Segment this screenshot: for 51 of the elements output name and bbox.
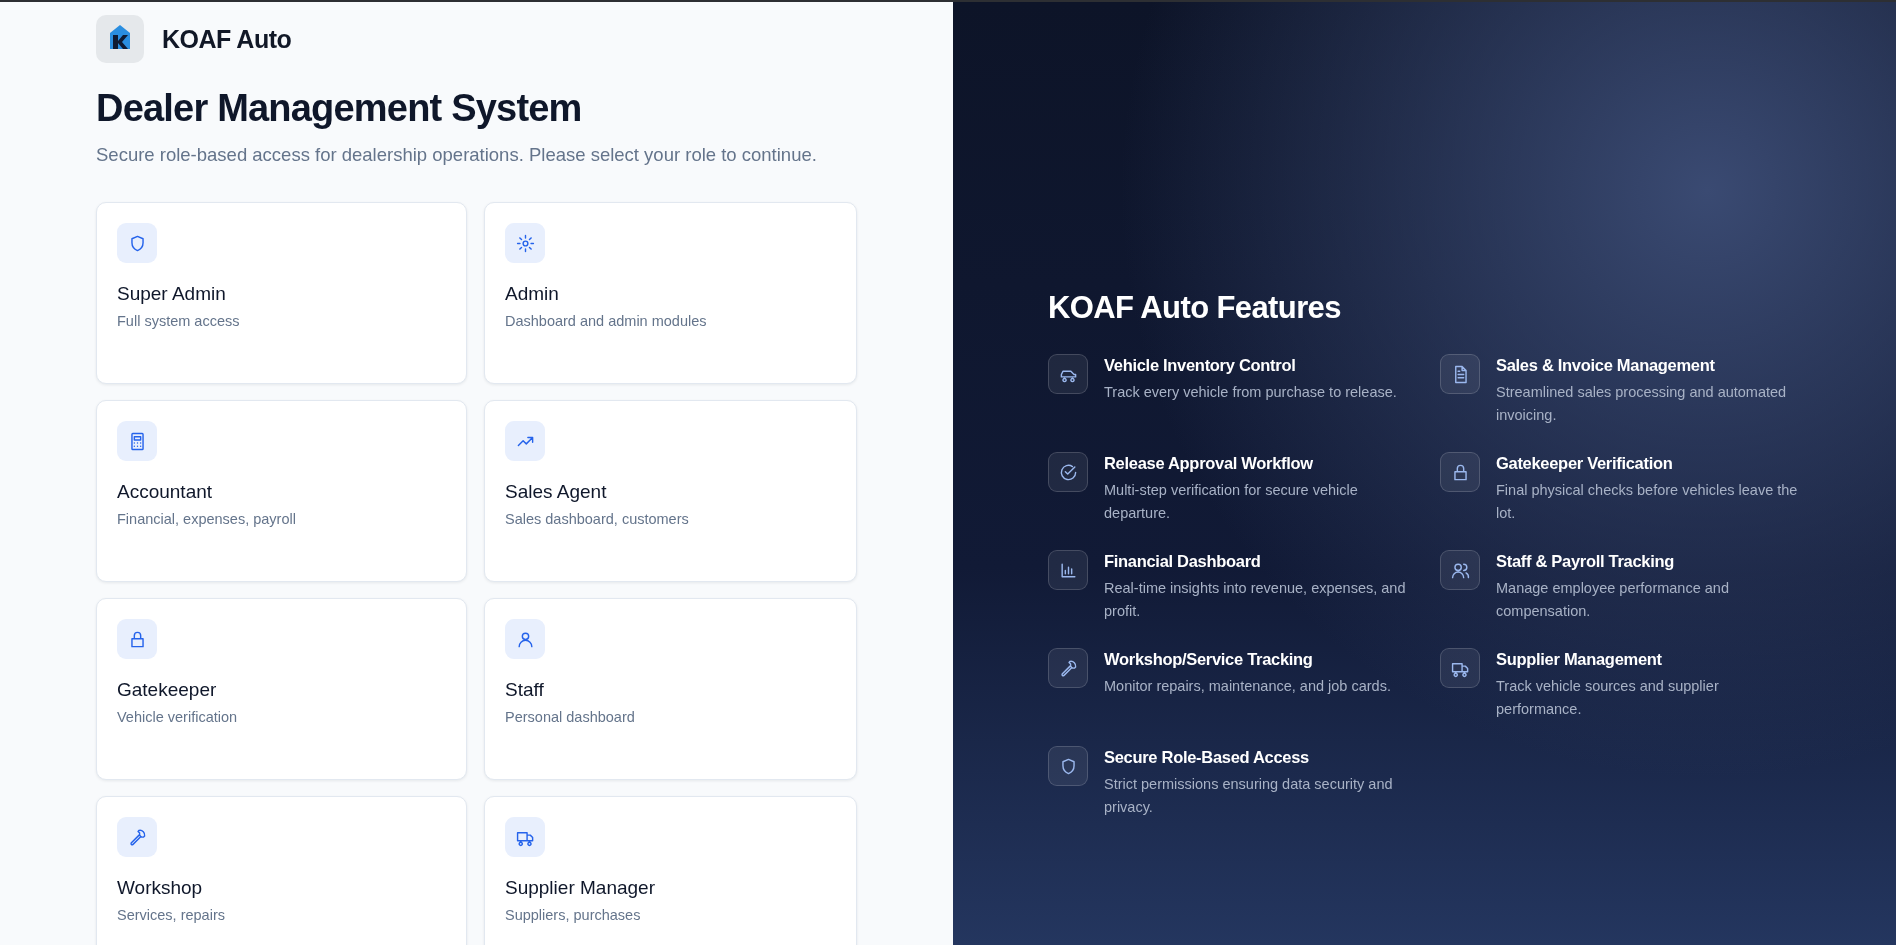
wrench-icon	[127, 827, 147, 847]
feature-description: Strict permissions ensuring data security and privacy.	[1104, 775, 1394, 817]
feature-description: Manage employee performance and compensation.	[1496, 579, 1730, 621]
wrench-icon	[1058, 658, 1078, 678]
feature-title: Workshop/Service Tracking	[1104, 649, 1314, 670]
feature-title: Staff & Payroll Tracking	[1496, 551, 1676, 572]
feature-description: Track vehicle sources and supplier performance.	[1496, 677, 1720, 719]
feature-title: Sales & Invoice Management	[1496, 355, 1716, 376]
feature-title: Release Approval Workflow	[1104, 453, 1314, 474]
role-card[interactable]: Accountant Financial, expenses, payroll	[96, 400, 467, 582]
feature-title: Financial Dashboard	[1104, 551, 1262, 572]
feature-title: Secure Role-Based Access	[1104, 747, 1310, 768]
role-card[interactable]: Super Admin Full system access	[96, 202, 467, 384]
role-card[interactable]: Workshop Services, repairs	[96, 796, 467, 945]
role-title: Staff	[505, 679, 545, 701]
role-card[interactable]: Staff Personal dashboard	[484, 598, 857, 780]
feature-title: Vehicle Inventory Control	[1104, 355, 1297, 376]
feature-description: Real-time insights into revenue, expenses, and profit.	[1104, 579, 1407, 621]
role-description: Vehicle verification	[117, 709, 239, 725]
role-description: Services, repairs	[117, 907, 226, 923]
feature-title: Gatekeeper Verification	[1496, 453, 1674, 474]
role-description: Suppliers, purchases	[505, 907, 642, 923]
role-title: Sales Agent	[505, 481, 608, 503]
feature-description: Track every vehicle from purchase to release.	[1104, 383, 1397, 402]
feature-description: Monitor repairs, maintenance, and job cards.	[1104, 677, 1391, 696]
role-description: Personal dashboard	[505, 709, 636, 725]
settings-icon	[515, 233, 535, 253]
role-description: Full system access	[117, 313, 241, 329]
role-title: Admin	[505, 283, 560, 305]
feature-description: Final physical checks before vehicles leave the lot.	[1496, 481, 1799, 523]
page-heading: Dealer Management System	[96, 87, 583, 130]
logo-icon	[96, 15, 144, 63]
feature-description: Streamlined sales processing and automated invoicing.	[1496, 383, 1788, 425]
role-description: Financial, expenses, payroll	[117, 511, 297, 527]
role-card[interactable]: Supplier Manager Suppliers, purchases	[484, 796, 857, 945]
role-title: Accountant	[117, 481, 214, 503]
role-title: Gatekeeper	[117, 679, 218, 701]
role-description: Dashboard and admin modules	[505, 313, 708, 329]
role-card[interactable]: Sales Agent Sales dashboard, customers	[484, 400, 857, 582]
role-title: Super Admin	[117, 283, 227, 305]
role-card[interactable]: Gatekeeper Vehicle verification	[96, 598, 467, 780]
page-subtitle: Secure role-based access for dealership operations. Please select your role to continue.	[96, 144, 818, 166]
brand-name: KOAF Auto	[162, 24, 292, 54]
role-title: Supplier Manager	[505, 877, 656, 899]
features-heading: KOAF Auto Features	[1048, 290, 1342, 326]
feature-description: Multi-step verification for secure vehicle departure.	[1104, 481, 1359, 523]
role-title: Workshop	[117, 877, 204, 899]
role-card[interactable]: Admin Dashboard and admin modules	[484, 202, 857, 384]
user-icon	[515, 629, 535, 649]
feature-title: Supplier Management	[1496, 649, 1663, 670]
role-description: Sales dashboard, customers	[505, 511, 690, 527]
